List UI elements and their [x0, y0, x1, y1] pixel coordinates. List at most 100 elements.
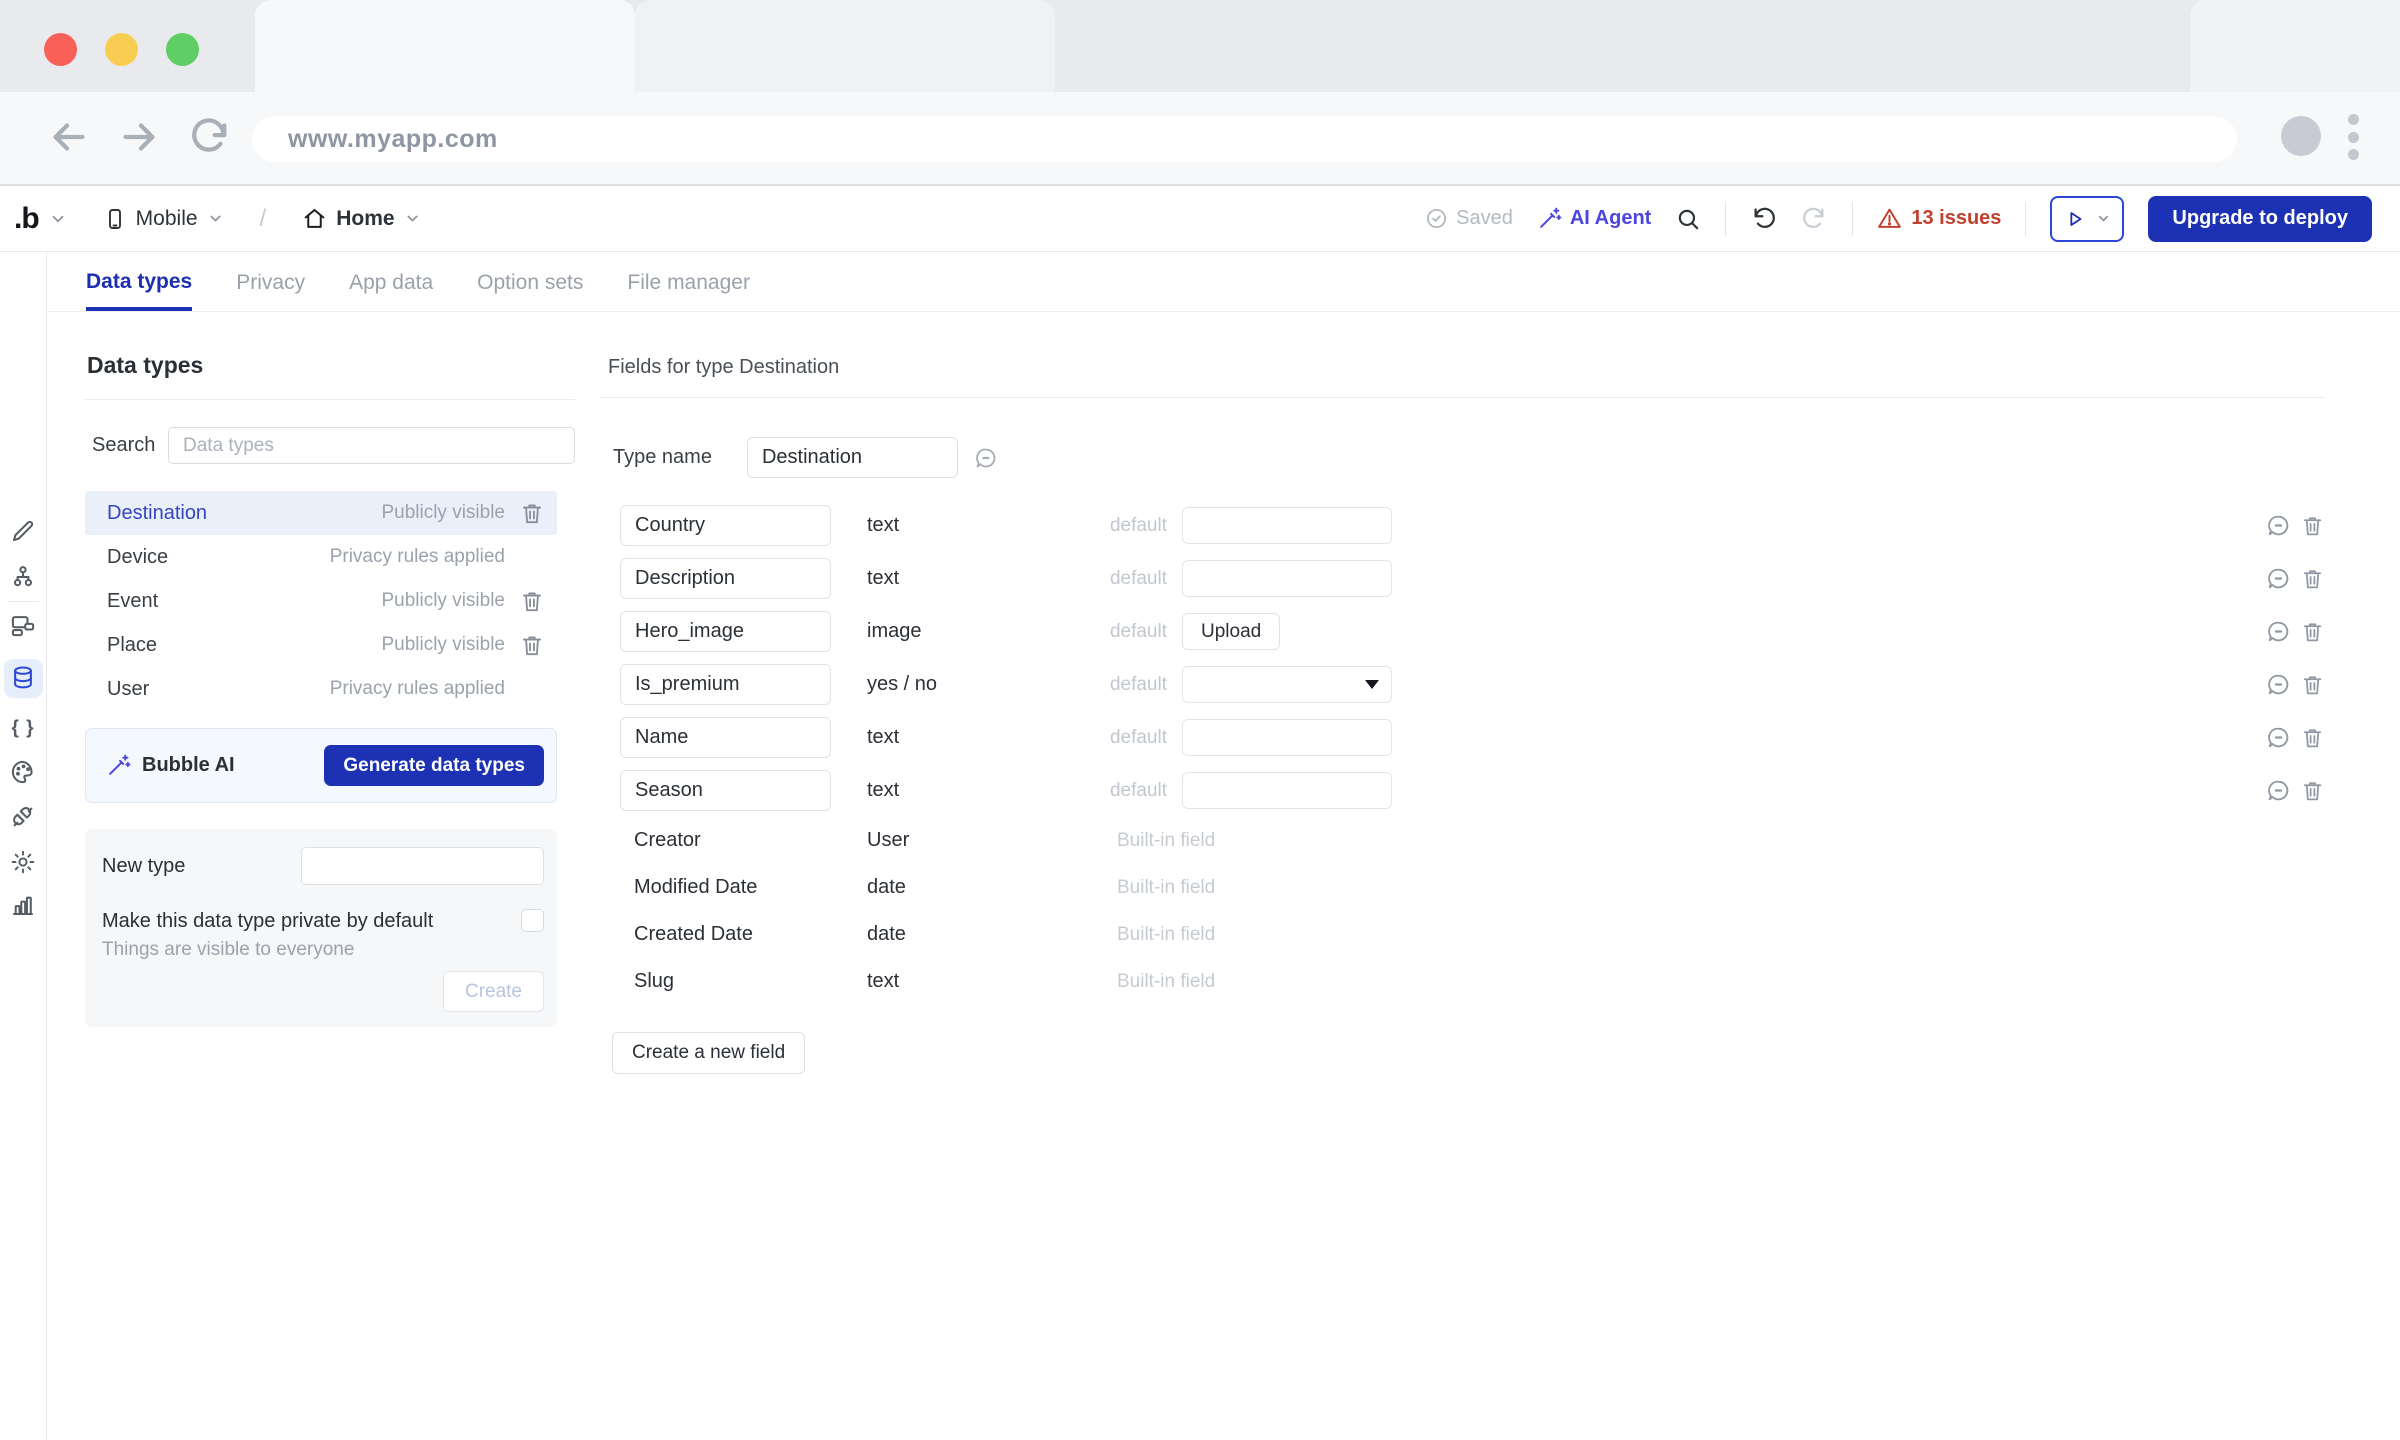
workflow-icon[interactable] — [10, 564, 37, 591]
trash-icon[interactable] — [2300, 672, 2325, 697]
data-tab[interactable]: Privacy — [236, 271, 305, 311]
field-name: Creator — [620, 829, 831, 852]
issues-button[interactable]: 13 issues — [1877, 206, 2001, 231]
minimize-window-button[interactable] — [105, 33, 138, 66]
field-row: Hero_image image default Upload — [620, 605, 2325, 658]
field-type[interactable]: text — [867, 726, 1107, 749]
database-icon[interactable] — [10, 665, 37, 692]
browser-profile-avatar[interactable] — [2281, 116, 2321, 156]
field-name-input[interactable]: Name — [620, 717, 831, 758]
upgrade-to-deploy-button[interactable]: Upgrade to deploy — [2148, 196, 2372, 242]
data-type-row[interactable]: Event Publicly visible — [85, 579, 557, 623]
ai-agent-button[interactable]: AI Agent — [1537, 206, 1651, 231]
issues-label: 13 issues — [1911, 207, 2001, 230]
type-name-input[interactable] — [747, 437, 958, 478]
plug-icon[interactable] — [10, 804, 37, 831]
page-selector[interactable]: Home — [302, 206, 420, 231]
trash-icon[interactable] — [519, 632, 545, 658]
maximize-window-button[interactable] — [166, 33, 199, 66]
field-type[interactable]: yes / no — [867, 673, 1107, 696]
data-type-name: Destination — [107, 502, 207, 525]
create-new-field-button[interactable]: Create a new field — [612, 1032, 805, 1074]
mobile-icon — [103, 207, 127, 231]
field-default-dropdown[interactable] — [1182, 666, 1392, 703]
field-name-input[interactable]: Hero_image — [620, 611, 831, 652]
comment-icon[interactable] — [2266, 778, 2291, 803]
chevron-down-icon[interactable] — [49, 210, 67, 228]
field-default-input[interactable] — [1182, 507, 1392, 544]
upload-button[interactable]: Upload — [1182, 613, 1280, 650]
dropdown-arrow-icon — [1365, 680, 1379, 689]
palette-icon[interactable] — [10, 759, 37, 786]
field-name-input[interactable]: Is_premium — [620, 664, 831, 705]
braces-icon[interactable]: { } — [10, 715, 37, 742]
search-icon[interactable] — [1675, 206, 1701, 232]
browser-tab-active[interactable] — [255, 0, 635, 92]
new-type-input[interactable] — [301, 847, 544, 885]
field-default-input[interactable] — [1182, 772, 1392, 809]
components-icon[interactable] — [10, 612, 37, 639]
data-type-row[interactable]: Destination Publicly visible — [85, 491, 557, 535]
bubble-logo[interactable]: .b — [14, 202, 39, 236]
gear-icon[interactable] — [10, 849, 37, 876]
trash-icon[interactable] — [519, 588, 545, 614]
trash-icon[interactable] — [2300, 513, 2325, 538]
toolbar-separator — [1852, 202, 1853, 236]
comment-icon[interactable] — [2266, 619, 2291, 644]
field-name-input[interactable]: Country — [620, 505, 831, 546]
address-bar[interactable]: www.myapp.com — [252, 116, 2237, 162]
comment-icon[interactable] — [2266, 566, 2291, 591]
field-type[interactable]: text — [867, 514, 1107, 537]
undo-icon[interactable] — [1750, 205, 1777, 232]
create-type-button[interactable]: Create — [443, 971, 544, 1012]
play-icon — [2064, 208, 2086, 230]
field-type[interactable]: image — [867, 620, 1107, 643]
pencil-icon[interactable] — [10, 518, 37, 545]
data-tab[interactable]: Option sets — [477, 271, 583, 311]
back-icon[interactable] — [46, 114, 92, 160]
url-text: www.myapp.com — [288, 125, 498, 154]
search-input[interactable] — [168, 427, 575, 464]
builtin-note: Built-in field — [1107, 924, 2325, 946]
trash-icon[interactable] — [2300, 725, 2325, 750]
field-name-input[interactable]: Description — [620, 558, 831, 599]
data-type-row[interactable]: Device Privacy rules applied — [85, 535, 557, 579]
field-default-input[interactable] — [1182, 560, 1392, 597]
data-type-row[interactable]: Place Publicly visible — [85, 623, 557, 667]
forward-icon[interactable] — [116, 114, 162, 160]
field-type[interactable]: text — [867, 779, 1107, 802]
toolbar-separator — [2025, 202, 2026, 236]
data-type-name: Place — [107, 634, 157, 657]
comment-icon[interactable] — [2266, 513, 2291, 538]
chart-icon[interactable] — [10, 892, 37, 919]
field-type: date — [867, 876, 1107, 899]
trash-icon[interactable] — [2300, 566, 2325, 591]
trash-icon[interactable] — [519, 500, 545, 526]
private-checkbox[interactable] — [521, 909, 544, 932]
redo-icon[interactable] — [1801, 205, 1828, 232]
field-name-input[interactable]: Season — [620, 770, 831, 811]
generate-data-types-button[interactable]: Generate data types — [324, 745, 544, 786]
browser-menu-icon[interactable] — [2345, 114, 2361, 160]
browser-tab-inactive[interactable] — [635, 0, 1055, 92]
data-tab[interactable]: Data types — [86, 270, 192, 311]
new-type-card: New type Make this data type private by … — [85, 829, 557, 1027]
magic-wand-icon — [106, 753, 131, 778]
data-tab[interactable]: App data — [349, 271, 433, 311]
data-tab[interactable]: File manager — [627, 271, 750, 311]
preview-button[interactable] — [2050, 196, 2124, 242]
trash-icon[interactable] — [2300, 778, 2325, 803]
data-type-visibility: Publicly visible — [381, 634, 505, 656]
chevron-down-icon — [207, 210, 224, 227]
data-type-visibility: Privacy rules applied — [330, 678, 505, 700]
field-default-input[interactable] — [1182, 719, 1392, 756]
platform-selector[interactable]: Mobile — [103, 207, 224, 231]
comment-icon[interactable] — [974, 446, 998, 470]
reload-icon[interactable] — [186, 114, 232, 160]
field-type[interactable]: text — [867, 567, 1107, 590]
comment-icon[interactable] — [2266, 725, 2291, 750]
trash-icon[interactable] — [2300, 619, 2325, 644]
comment-icon[interactable] — [2266, 672, 2291, 697]
data-type-row[interactable]: User Privacy rules applied — [85, 667, 557, 711]
close-window-button[interactable] — [44, 33, 77, 66]
